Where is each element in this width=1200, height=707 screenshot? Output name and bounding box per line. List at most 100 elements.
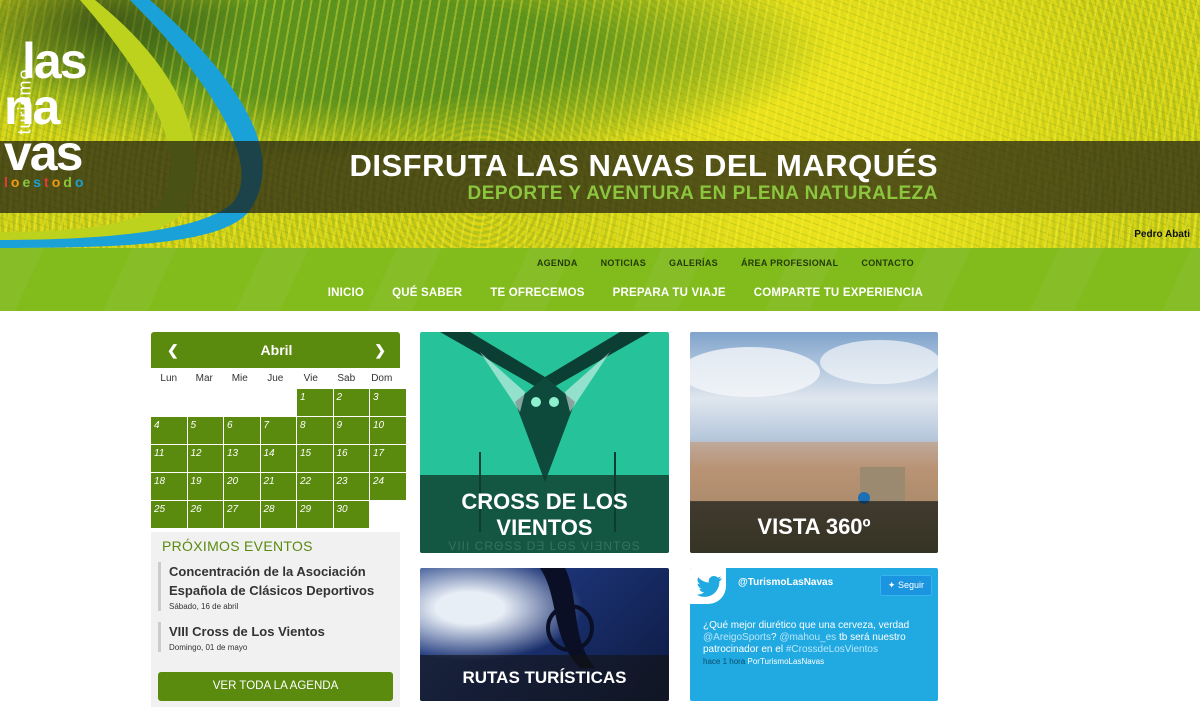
primary-menu: INICIO QUÉ SABER TE OFRECEMOS PREPARA TU… xyxy=(328,287,923,299)
event-item[interactable]: VIII Cross de Los Vientos Domingo, 01 de… xyxy=(158,622,388,652)
menu-noticias[interactable]: NOTICIAS xyxy=(601,258,646,268)
calendar-day[interactable]: 9 xyxy=(333,417,369,444)
calendar-header: ❮ Abril ❯ xyxy=(151,332,400,368)
logo-tagline: loestodo xyxy=(4,174,87,190)
tweet-prefix: ¿Qué mejor diurético que una cerveza, ve… xyxy=(703,620,910,631)
tweet-meta: hace 1 hora PorTurismoLasNavas xyxy=(703,657,824,666)
calendar-day[interactable]: 19 xyxy=(187,473,223,500)
tile-cross-de-los-vientos[interactable]: CROSS DE LOS VIENTOS VIII CRΘSS DƎ LΘS V… xyxy=(420,332,669,553)
calendar-day[interactable]: 22 xyxy=(297,473,333,500)
weekday-label: Lun xyxy=(160,373,178,384)
calendar-day[interactable]: 18 xyxy=(151,473,187,500)
chevron-left-icon[interactable]: ❮ xyxy=(167,342,179,359)
tweet-via[interactable]: PorTurismoLasNavas xyxy=(748,657,825,666)
weekday-label: Dom xyxy=(371,373,393,384)
calendar-empty-cell xyxy=(224,389,260,416)
calendar-day[interactable]: 12 xyxy=(187,445,223,472)
chevron-right-icon[interactable]: ❯ xyxy=(374,342,386,359)
hero-subtitle: DEPORTE Y AVENTURA EN PLENA NATURALEZA xyxy=(467,183,938,204)
tweet-text: ¿Qué mejor diurético que una cerveza, ve… xyxy=(703,620,928,656)
event-item[interactable]: Concentración de la Asociación Española … xyxy=(158,562,388,611)
follow-label: Seguir xyxy=(897,580,924,590)
tweet-mention[interactable]: @AreigoSports xyxy=(703,632,771,643)
calendar-day[interactable]: 27 xyxy=(224,501,260,528)
menu-area-profesional[interactable]: ÁREA PROFESIONAL xyxy=(741,258,838,268)
logo-line-3: vas xyxy=(4,125,83,181)
logo-line-1: las xyxy=(22,33,88,89)
menu-galerias[interactable]: GALERÍAS xyxy=(669,258,718,268)
calendar-day[interactable]: 14 xyxy=(260,445,296,472)
menu-contacto[interactable]: CONTACTO xyxy=(861,258,914,268)
calendar-day[interactable]: 20 xyxy=(224,473,260,500)
tile-rutas-turisticas[interactable]: RUTAS TURÍSTICAS xyxy=(420,568,669,701)
tile-vista-360[interactable]: VISTA 360º xyxy=(690,332,938,553)
event-name: VIII Cross de Los Vientos xyxy=(169,624,325,639)
calendar-empty-cell xyxy=(187,389,223,416)
calendar-day[interactable]: 26 xyxy=(187,501,223,528)
menu-prepara-tu-viaje[interactable]: PREPARA TU VIAJE xyxy=(613,287,726,299)
calendar-day[interactable]: 29 xyxy=(297,501,333,528)
event-name: Concentración de la Asociación Española … xyxy=(169,564,375,598)
calendar-day[interactable]: 2 xyxy=(333,389,369,416)
calendar-day[interactable]: 30 xyxy=(333,501,369,528)
calendar-day[interactable]: 16 xyxy=(333,445,369,472)
calendar-day[interactable]: 4 xyxy=(151,417,187,444)
twitter-handle[interactable]: @TurismoLasNavas xyxy=(738,577,833,588)
tweet-mention[interactable]: @mahou_es xyxy=(779,632,836,643)
site-logo[interactable]: turismo las na vas loestodo xyxy=(0,35,115,195)
weekday-label: Jue xyxy=(267,373,284,384)
hero-title: DISFRUTA LAS NAVAS DEL MARQUÉS xyxy=(349,148,938,183)
calendar-day[interactable]: 28 xyxy=(260,501,296,528)
menu-te-ofrecemos[interactable]: TE OFRECEMOS xyxy=(490,287,584,299)
calendar-day[interactable]: 3 xyxy=(370,389,406,416)
calendar-day[interactable]: 7 xyxy=(260,417,296,444)
tile-faint-text: VIII CRΘSS DƎ LΘS VIƎNTΘS xyxy=(448,539,641,553)
calendar-empty-cell xyxy=(151,389,187,416)
page: DISFRUTA LAS NAVAS DEL MARQUÉS DEPORTE Y… xyxy=(0,0,1200,707)
menu-comparte[interactable]: COMPARTE TU EXPERIENCIA xyxy=(754,287,923,299)
calendar-day[interactable]: 10 xyxy=(370,417,406,444)
logo-line-2: na xyxy=(4,79,60,135)
weekday-label: Sab xyxy=(337,373,356,384)
calendar-day[interactable]: 24 xyxy=(370,473,406,500)
tile-caption: RUTAS TURÍSTICAS xyxy=(420,655,669,701)
calendar-day[interactable]: 1 xyxy=(297,389,333,416)
twitter-follow-button[interactable]: ✦ Seguir xyxy=(879,575,932,596)
tweet-hashtag[interactable]: #CrossdeLosVientos xyxy=(786,644,878,655)
calendar-day[interactable]: 13 xyxy=(224,445,260,472)
tweet-time[interactable]: hace 1 hora xyxy=(703,657,745,666)
weekday-label: Vie xyxy=(303,373,318,384)
main-navigation: AGENDA NOTICIAS GALERÍAS ÁREA PROFESIONA… xyxy=(0,248,1200,311)
calendar-widget: ❮ Abril ❯ Lun Mar Mie Jue Vie Sab Dom 1 … xyxy=(151,332,406,528)
calendar-month: Abril xyxy=(260,342,293,358)
event-date: Sábado, 16 de abril xyxy=(169,602,239,611)
menu-agenda[interactable]: AGENDA xyxy=(537,258,578,268)
menu-que-saber[interactable]: QUÉ SABER xyxy=(392,287,462,299)
twitter-small-icon: ✦ xyxy=(887,580,896,590)
tile-caption: VISTA 360º xyxy=(690,501,938,553)
weekday-label: Mar xyxy=(195,373,213,384)
upcoming-events-title: PRÓXIMOS EVENTOS xyxy=(162,538,313,554)
twitter-bird-icon xyxy=(690,568,726,604)
hero-banner: DISFRUTA LAS NAVAS DEL MARQUÉS DEPORTE Y… xyxy=(0,0,1200,248)
calendar-weekdays: Lun Mar Mie Jue Vie Sab Dom xyxy=(151,368,400,389)
weekday-label: Mie xyxy=(231,373,248,384)
calendar-empty-cell xyxy=(260,389,296,416)
calendar-day[interactable]: 23 xyxy=(333,473,369,500)
tweet-sep: ? xyxy=(770,632,777,643)
calendar-day[interactable]: 8 xyxy=(297,417,333,444)
calendar-day[interactable]: 25 xyxy=(151,501,187,528)
calendar-day[interactable]: 17 xyxy=(370,445,406,472)
top-menu: AGENDA NOTICIAS GALERÍAS ÁREA PROFESIONA… xyxy=(537,258,914,268)
calendar-day[interactable]: 6 xyxy=(224,417,260,444)
calendar-day[interactable]: 21 xyxy=(260,473,296,500)
menu-inicio[interactable]: INICIO xyxy=(328,287,364,299)
calendar-day[interactable]: 15 xyxy=(297,445,333,472)
view-agenda-button[interactable]: VER TODA LA AGENDA xyxy=(158,672,393,701)
calendar-day[interactable]: 5 xyxy=(187,417,223,444)
photo-credit: Pedro Abati xyxy=(1134,229,1190,240)
event-date: Domingo, 01 de mayo xyxy=(169,643,248,652)
twitter-widget: @TurismoLasNavas ✦ Seguir ¿Qué mejor diu… xyxy=(690,568,938,701)
calendar-grid: 1 2 3 4 5 6 7 8 9 10 11 12 13 14 15 16 1… xyxy=(151,389,406,528)
calendar-day[interactable]: 11 xyxy=(151,445,187,472)
